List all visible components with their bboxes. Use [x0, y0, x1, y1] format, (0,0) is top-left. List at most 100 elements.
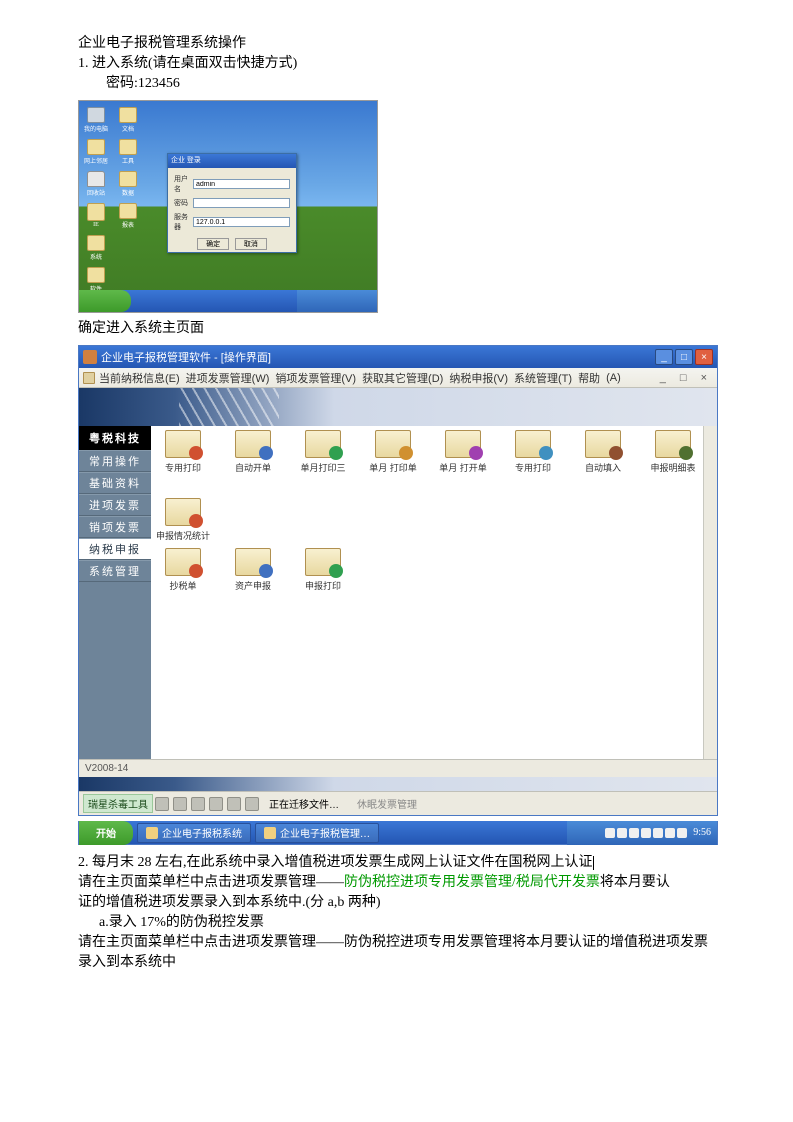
- menu-item[interactable]: 纳税申报(V): [449, 370, 508, 386]
- workspace-item[interactable]: 申报情况统计: [157, 498, 209, 542]
- bottombar-icon[interactable]: [155, 797, 169, 811]
- workspace-item-icon: [235, 548, 271, 576]
- menu-right[interactable]: (A): [606, 372, 621, 384]
- sidebar-item-basic[interactable]: 基础资料: [79, 472, 151, 494]
- confirm-line: 确定进入系统主页面: [78, 319, 715, 339]
- workspace-item-label: 专用打印: [165, 461, 201, 474]
- version-label: V2008-14: [85, 763, 128, 774]
- workspace-item-icon: [655, 430, 691, 458]
- mdi-close[interactable]: ×: [701, 372, 707, 384]
- workspace-item-label: 单月 打印单: [369, 461, 417, 474]
- sidebar-item-tax-declare[interactable]: 纳税申报: [79, 538, 151, 560]
- system-tray: 9:56: [567, 821, 717, 845]
- login-label-user: 用户名: [174, 174, 193, 194]
- step2-cont: 请在主页面菜单栏中点击进项发票管理——防伪税控进项专用发票管理/税局代开发票将本…: [78, 873, 715, 893]
- login-user-input[interactable]: [193, 179, 290, 189]
- workspace-item-icon: [165, 548, 201, 576]
- workspace-item[interactable]: 单月 打印单: [367, 430, 419, 474]
- taskbar-task[interactable]: 企业电子报税管理…: [255, 823, 379, 843]
- sidebar-item-system[interactable]: 系统管理: [79, 560, 151, 582]
- sidebar: 粤税科技 常用操作 基础资料 进项发票 销项发票 纳税申报 系统管理: [79, 426, 151, 759]
- clock: 9:56: [693, 827, 711, 838]
- xp-taskbar-app: 开始 企业电子报税系统 企业电子报税管理… 9:56: [78, 821, 718, 845]
- step2-a: a.录入 17%的防伪税控发票: [78, 913, 715, 933]
- bottombar-icon[interactable]: [209, 797, 223, 811]
- menu-item[interactable]: 进项发票管理(W): [186, 370, 270, 386]
- bottombar-icon[interactable]: [191, 797, 205, 811]
- login-label-pw: 密码: [174, 198, 193, 208]
- pw-value: 123456: [138, 76, 180, 91]
- rising-av-label: 瑞星杀毒工具: [83, 794, 153, 813]
- menu-item[interactable]: 帮助: [578, 370, 600, 386]
- workspace-item-icon: [445, 430, 481, 458]
- sidebar-item-output-invoice[interactable]: 销项发票: [79, 516, 151, 538]
- workspace-item-label: 申报明细表: [650, 461, 695, 474]
- workspace-item-label: 资产申报: [235, 579, 271, 592]
- workspace-item[interactable]: 自动开单: [227, 430, 279, 474]
- app-window-title: 企业电子报税管理软件 - [操作界面]: [101, 349, 271, 365]
- login-srv-input[interactable]: [193, 217, 290, 227]
- step1-line1: 1. 进入系统(请在桌面双击快捷方式): [78, 54, 715, 74]
- workspace-item[interactable]: 单月打印三: [297, 430, 349, 474]
- login-label-srv: 服务器: [174, 212, 193, 232]
- workspace-item-label: 申报情况统计: [156, 529, 210, 542]
- minimize-button[interactable]: _: [655, 349, 673, 365]
- workspace-item[interactable]: 申报打印: [297, 548, 349, 592]
- workspace-item[interactable]: 专用打印: [157, 430, 209, 474]
- workspace-item[interactable]: 专用打印: [507, 430, 559, 474]
- workspace-item-label: 自动开单: [235, 461, 271, 474]
- workspace-item-icon: [235, 430, 271, 458]
- app-statusbar: V2008-14: [79, 759, 717, 777]
- doc-title: 企业电子报税管理系统操作: [78, 34, 715, 54]
- start-button[interactable]: [79, 290, 131, 312]
- menu-item[interactable]: 系统管理(T): [514, 370, 572, 386]
- login-ok-button[interactable]: 确定: [197, 238, 229, 250]
- step1-pw: 密码:123456: [78, 74, 715, 94]
- step2-cont2: 证的增值税进项发票录入到本系统中.(分 a,b 两种): [78, 893, 715, 913]
- system-tray: [297, 290, 377, 312]
- scrollbar[interactable]: [703, 426, 717, 791]
- workspace-item[interactable]: 申报明细表: [647, 430, 699, 474]
- sidebar-head: 粤税科技: [79, 426, 151, 450]
- mdi-min[interactable]: _: [660, 372, 666, 384]
- workspace-item-label: 专用打印: [515, 461, 551, 474]
- workspace-item-icon: [305, 430, 341, 458]
- step2: 2. 每月末 28 左右,在此系统中录入增值税进项发票生成网上认证文件在国税网上…: [78, 853, 715, 873]
- maximize-button[interactable]: □: [675, 349, 693, 365]
- workspace-item[interactable]: 单月 打开单: [437, 430, 489, 474]
- xp-taskbar: [79, 290, 377, 312]
- app-screenshot: 企业电子报税管理软件 - [操作界面] _ □ × 当前纳税信息(E) 进项发票…: [78, 345, 718, 816]
- app-banner: [79, 388, 717, 426]
- workspace-item-label: 单月 打开单: [439, 461, 487, 474]
- workspace: 专用打印 自动开单 单月打印三单月 打印单 单月 打开单 专用打印 自动填入申报明细表申报…: [151, 426, 717, 759]
- mdi-max[interactable]: □: [680, 372, 687, 384]
- app-bottombar: 瑞星杀毒工具 正在迁移文件… 休眠发票管理: [79, 791, 717, 815]
- menu-item[interactable]: 销项发票管理(V): [275, 370, 356, 386]
- bottombar-progress: 休眠发票管理: [357, 796, 417, 811]
- workspace-item-icon: [585, 430, 621, 458]
- workspace-item-icon: [165, 430, 201, 458]
- app-icon: [83, 350, 97, 364]
- start-button[interactable]: 开始: [79, 821, 133, 845]
- workspace-item-label: 申报打印: [305, 579, 341, 592]
- pw-prefix: 密码:: [106, 76, 138, 91]
- bottombar-icon[interactable]: [245, 797, 259, 811]
- bottombar-icon[interactable]: [227, 797, 241, 811]
- workspace-item-label: 抄税单: [169, 579, 196, 592]
- login-pw-input[interactable]: [193, 198, 290, 208]
- close-button[interactable]: ×: [695, 349, 713, 365]
- bottombar-icon[interactable]: [173, 797, 187, 811]
- workspace-item-icon: [305, 548, 341, 576]
- menu-current[interactable]: 当前纳税信息(E): [99, 370, 180, 386]
- step2-a-detail: 请在主页面菜单栏中点击进项发票管理——防伪税控进项专用发票管理将本月要认证的增值…: [78, 933, 715, 973]
- workspace-item[interactable]: 抄税单: [157, 548, 209, 592]
- login-dialog: 企业 登录 用户名 密码 服务器 确定 取消: [167, 153, 297, 253]
- taskbar-task[interactable]: 企业电子报税系统: [137, 823, 251, 843]
- workspace-item[interactable]: 资产申报: [227, 548, 279, 592]
- sidebar-item-input-invoice[interactable]: 进项发票: [79, 494, 151, 516]
- sidebar-item-common[interactable]: 常用操作: [79, 450, 151, 472]
- menu-item[interactable]: 获取其它管理(D): [362, 370, 443, 386]
- app-footer-band: [79, 777, 717, 791]
- login-cancel-button[interactable]: 取消: [235, 238, 267, 250]
- workspace-item[interactable]: 自动填入: [577, 430, 629, 474]
